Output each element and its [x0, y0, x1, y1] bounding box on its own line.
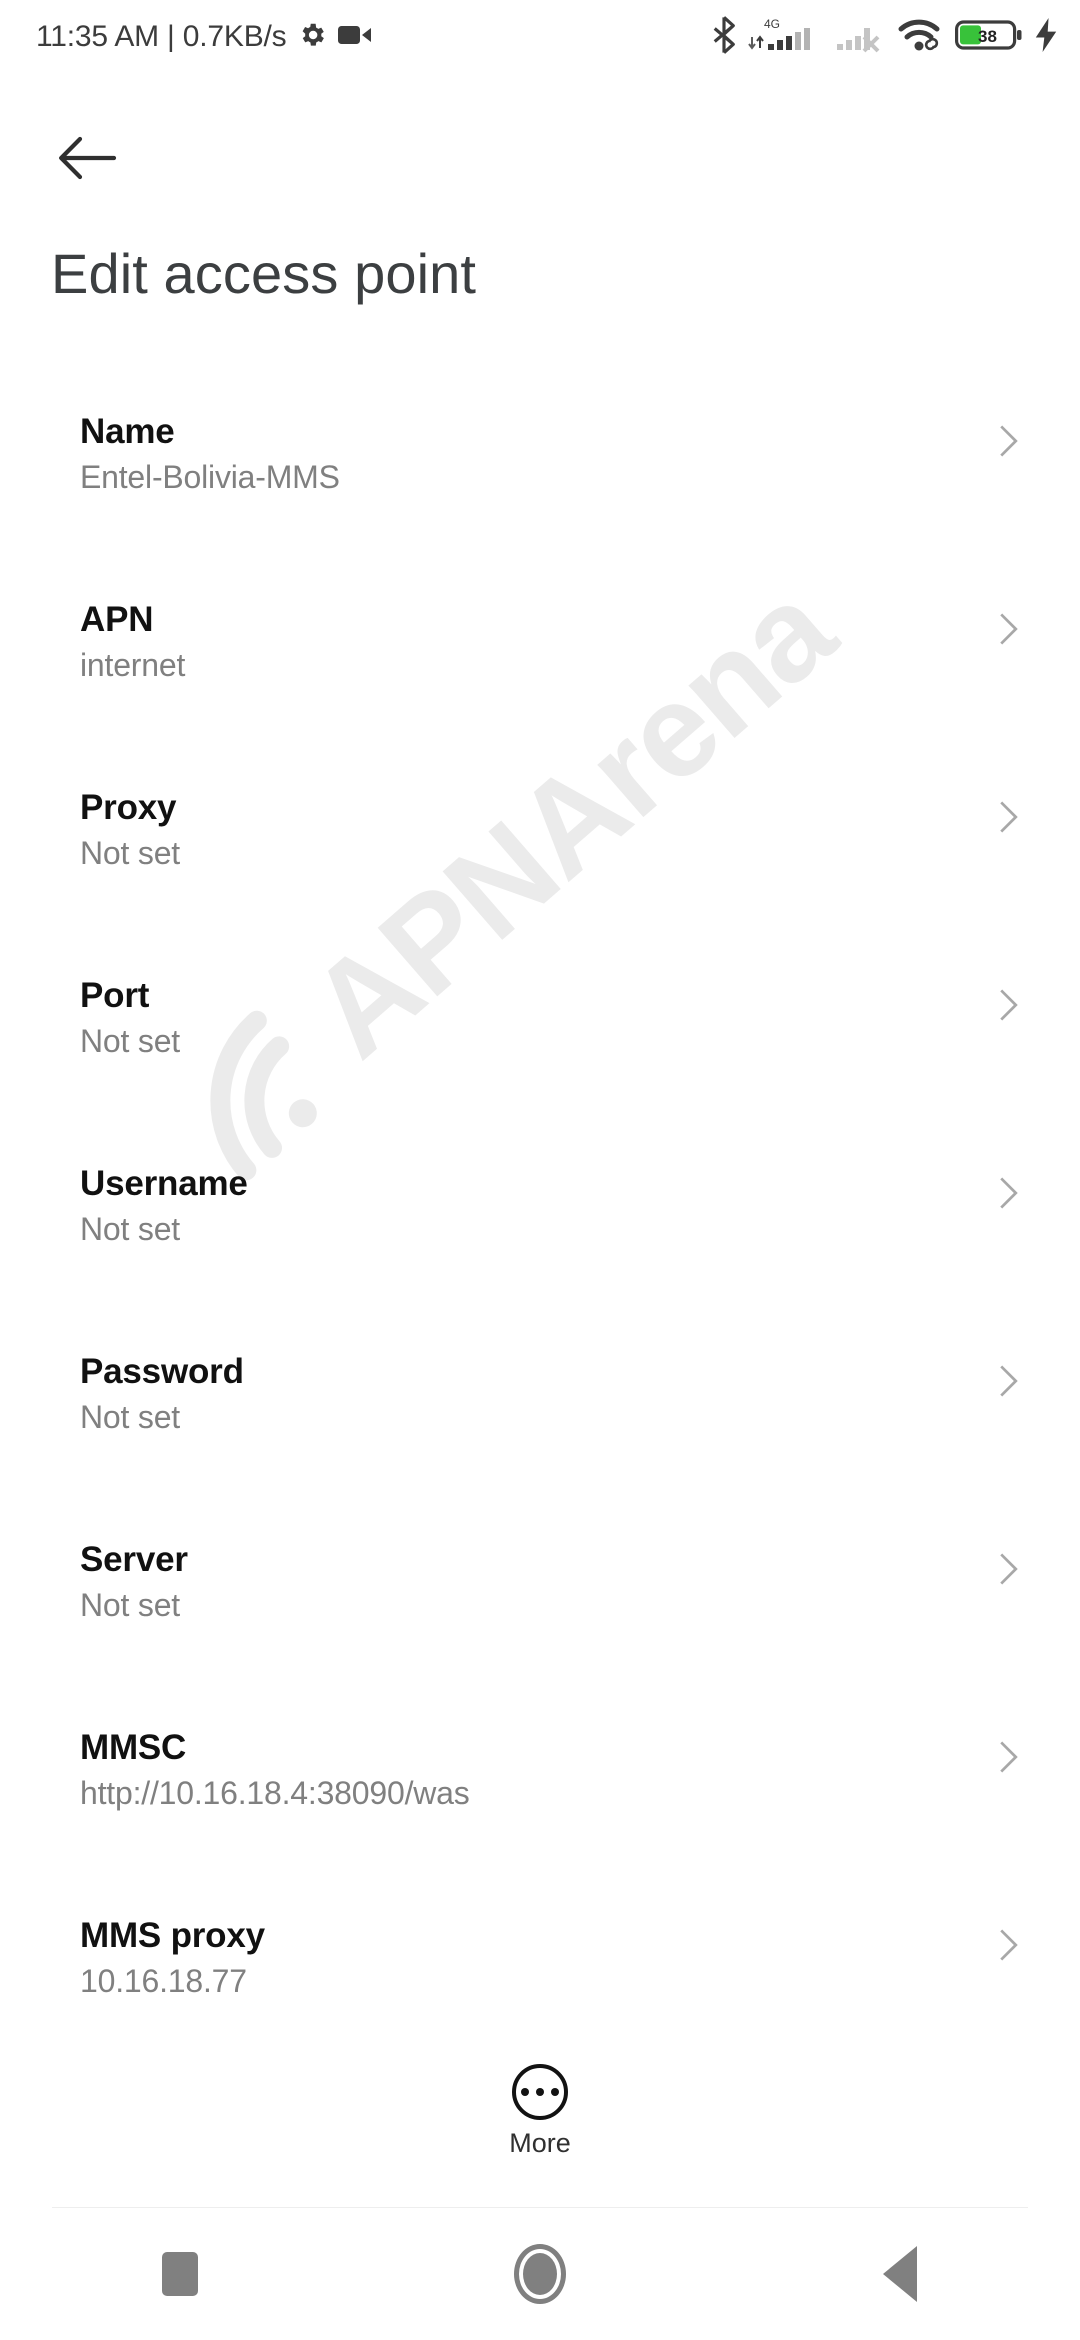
- row-value: Not set: [80, 1023, 180, 1060]
- mobile-signal-4g-icon: 4G: [748, 15, 824, 60]
- more-button-label: More: [509, 2128, 571, 2158]
- back-triangle-icon: [883, 2246, 917, 2302]
- more-button[interactable]: More: [0, 2064, 1080, 2159]
- settings-row-password[interactable]: Password Not set: [0, 1320, 1080, 1508]
- apn-settings-list: Name Entel-Bolivia-MMS APN internet Prox…: [0, 380, 1080, 2072]
- phone-screen: 11:35 AM | 0.7KB/s 4G 38 APNArena Edit a…: [0, 0, 1080, 2340]
- more-dot: [551, 2088, 559, 2096]
- status-clock: 11:35 AM | 0.7KB/s: [36, 20, 287, 53]
- chevron-right-icon: [992, 800, 1026, 834]
- row-title: MMSC: [80, 1728, 187, 1767]
- video-recorder-icon: [338, 22, 372, 53]
- more-dots-icon: [512, 2064, 568, 2120]
- more-dot: [521, 2088, 529, 2096]
- row-title: Server: [80, 1540, 188, 1579]
- row-title: Username: [80, 1164, 248, 1203]
- settings-row-apn[interactable]: APN internet: [0, 568, 1080, 756]
- nav-home-button[interactable]: [440, 2208, 640, 2340]
- charging-bolt-icon: [1034, 17, 1058, 57]
- back-button[interactable]: [40, 112, 136, 208]
- row-value: Not set: [80, 835, 180, 872]
- row-title: Proxy: [80, 788, 177, 827]
- chevron-right-icon: [992, 424, 1026, 458]
- status-bar: 11:35 AM | 0.7KB/s 4G 38: [0, 0, 1080, 74]
- settings-row-proxy[interactable]: Proxy Not set: [0, 756, 1080, 944]
- home-circle-icon: [514, 2244, 566, 2304]
- chevron-right-icon: [992, 1740, 1026, 1774]
- chevron-right-icon: [992, 1364, 1026, 1398]
- row-value: Entel-Bolivia-MMS: [80, 459, 340, 496]
- settings-row-username[interactable]: Username Not set: [0, 1132, 1080, 1320]
- settings-row-port[interactable]: Port Not set: [0, 944, 1080, 1132]
- row-value: http://10.16.18.4:38090/was: [80, 1775, 470, 1812]
- settings-row-mmsc[interactable]: MMSC http://10.16.18.4:38090/was: [0, 1696, 1080, 1884]
- settings-gear-icon: [297, 20, 327, 55]
- back-arrow-icon: [58, 135, 118, 186]
- chevron-right-icon: [992, 1928, 1026, 1962]
- status-bar-left: 11:35 AM | 0.7KB/s: [36, 20, 372, 55]
- row-title: MMS proxy: [80, 1916, 265, 1955]
- battery-level-text: 38: [978, 27, 997, 46]
- settings-row-server[interactable]: Server Not set: [0, 1508, 1080, 1696]
- bluetooth-icon: [711, 15, 737, 59]
- row-value: Not set: [80, 1587, 180, 1624]
- sim2-no-service-icon: [835, 15, 887, 60]
- settings-row-name[interactable]: Name Entel-Bolivia-MMS: [0, 380, 1080, 568]
- status-bar-right: 4G 38: [711, 15, 1058, 60]
- more-dot: [536, 2088, 544, 2096]
- page-title: Edit access point: [51, 242, 477, 305]
- wifi-icon: [898, 17, 944, 58]
- chevron-right-icon: [992, 988, 1026, 1022]
- row-title: Password: [80, 1352, 244, 1391]
- nav-back-button[interactable]: [800, 2208, 1000, 2340]
- chevron-right-icon: [992, 1176, 1026, 1210]
- row-title: Port: [80, 976, 150, 1015]
- chevron-right-icon: [992, 612, 1026, 646]
- battery-icon: 38: [955, 18, 1023, 57]
- row-value: Not set: [80, 1211, 180, 1248]
- recents-square-icon: [162, 2252, 198, 2296]
- android-nav-bar: [0, 2208, 1080, 2340]
- chevron-right-icon: [992, 1552, 1026, 1586]
- nav-recents-button[interactable]: [80, 2208, 280, 2340]
- row-value: 10.16.18.77: [80, 1963, 247, 2000]
- row-value: internet: [80, 647, 186, 684]
- svg-text:4G: 4G: [764, 17, 780, 31]
- row-value: Not set: [80, 1399, 180, 1436]
- row-title: APN: [80, 600, 154, 639]
- row-title: Name: [80, 412, 175, 451]
